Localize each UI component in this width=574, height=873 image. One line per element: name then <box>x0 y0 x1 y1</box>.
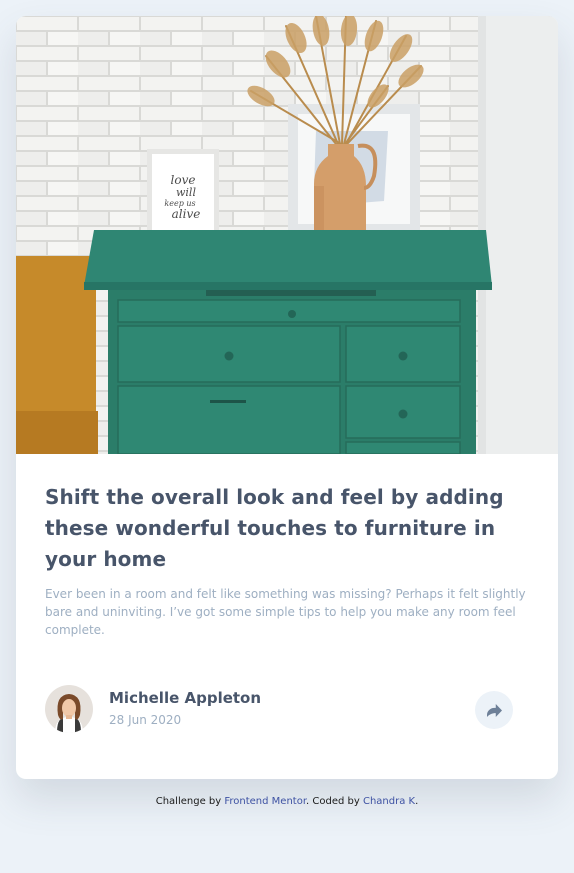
frame-text-2: will <box>176 186 196 199</box>
frame-text-1: love <box>171 173 196 187</box>
attribution-middle: . Coded by <box>306 796 363 807</box>
share-icon <box>486 703 502 717</box>
frame-text-4: alive <box>172 207 201 221</box>
author-name: Michelle Appleton <box>109 689 262 707</box>
frontend-mentor-link[interactable]: Frontend Mentor <box>224 796 306 807</box>
article-image: love will keep us alive <box>16 16 558 454</box>
attribution-prefix: Challenge by <box>155 796 225 807</box>
article-excerpt: Ever been in a room and felt like someth… <box>45 587 526 637</box>
share-button[interactable] <box>475 691 513 729</box>
article-body: Shift the overall look and feel by addin… <box>45 482 529 639</box>
article-card: love will keep us alive Shift the overal… <box>16 16 558 779</box>
attribution: Challenge by Frontend Mentor. Coded by C… <box>0 796 574 807</box>
author-row: Michelle Appleton 28 Jun 2020 <box>45 685 515 733</box>
author-avatar <box>45 685 93 733</box>
publish-date: 28 Jun 2020 <box>109 713 182 727</box>
coder-link[interactable]: Chandra K <box>363 796 415 807</box>
attribution-suffix: . <box>415 796 419 807</box>
article-title[interactable]: Shift the overall look and feel by addin… <box>45 482 529 575</box>
